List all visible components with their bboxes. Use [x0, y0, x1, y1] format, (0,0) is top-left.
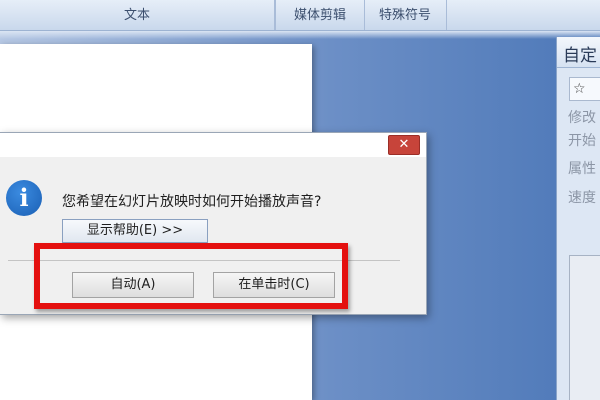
highlight-annotation-box [34, 243, 348, 309]
ribbon-group-strip: 文本 媒体剪辑 特殊符号 [0, 0, 600, 31]
close-button[interactable]: ✕ [388, 135, 420, 155]
pane-label-speed: 速度 [568, 190, 596, 206]
info-icon: i [6, 180, 42, 216]
animation-list[interactable] [569, 255, 600, 400]
dialog-message: 您希望在幻灯片放映时如何开始播放声音? [62, 194, 322, 210]
ribbon-group-media-clips: 媒体剪辑 [275, 0, 365, 30]
pane-title: 自定 [563, 46, 597, 66]
pane-label-property: 属性 [568, 161, 596, 177]
ribbon-group-special-symbols: 特殊符号 [364, 0, 447, 30]
dialog-title-bar[interactable]: ✕ [0, 133, 426, 157]
show-help-button[interactable]: 显示帮助(E) >> [62, 219, 208, 243]
close-icon: ✕ [398, 137, 410, 152]
workspace-shade [0, 31, 600, 39]
custom-animation-pane: 自定 ☆ 修改 开始 属性 速度 [556, 37, 600, 400]
star-add-icon: ☆ [573, 81, 586, 97]
pane-label-start: 开始 [568, 133, 596, 149]
pane-title-bar: 自定 [557, 37, 600, 68]
add-effect-button[interactable]: ☆ [569, 77, 600, 101]
pane-label-modify: 修改 [568, 110, 596, 126]
ribbon-group-text: 文本 [0, 0, 275, 30]
